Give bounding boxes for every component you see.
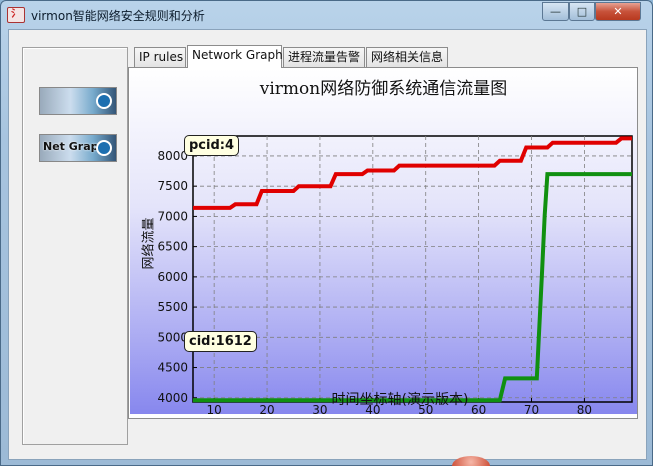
tab-network-graph[interactable]: Network Graph (187, 45, 283, 68)
traffic-chart: 10 20 30 40 50 60 70 80 4000 4500 5000 5500 6000 6500… (130, 69, 637, 414)
y-tick-label: 6500 (157, 240, 188, 254)
y-tick-label: 6000 (157, 270, 188, 284)
client-area: Net Graph IP rules Network Graph 进程流量告警 … (8, 29, 647, 460)
series-line-green (193, 172, 632, 403)
maximize-button[interactable]: □ (569, 2, 595, 21)
title-bar[interactable]: 氵 virmon智能网络安全规则和分析 — □ ✕ (1, 1, 652, 29)
y-tick-label: 7500 (157, 179, 188, 193)
app-window: 氵 virmon智能网络安全规则和分析 — □ ✕ Net Graph IP r… (0, 0, 653, 466)
y-tick-label: 7000 (157, 209, 188, 223)
app-icon[interactable]: 氵 (7, 7, 25, 23)
chart-canvas: 10 20 30 40 50 60 70 80400045005000550060006500… (157, 135, 633, 414)
window-title: virmon智能网络安全规则和分析 (31, 9, 205, 23)
x-tick-label: 10 (207, 403, 222, 414)
y-axis-label: 网络流量 (141, 217, 157, 270)
y-tick-label: 4500 (157, 361, 188, 375)
tab-process-traffic-alert[interactable]: 进程流量告警 (283, 47, 365, 67)
y-tick-label: 4000 (157, 391, 188, 405)
x-axis-label: 时间坐标轴(演示版本) (331, 392, 469, 408)
sidebar-panel: Net Graph (22, 47, 128, 445)
tab-ip-rules[interactable]: IP rules (134, 47, 186, 67)
chart-title: virmon网络防御系统通信流量图 (259, 79, 508, 99)
x-tick-label: 80 (577, 403, 592, 414)
network-logo-icon (96, 93, 112, 109)
close-button[interactable]: ✕ (595, 2, 641, 21)
series-annotation: pcid:4 (184, 135, 240, 156)
tab-network-info[interactable]: 网络相关信息 (366, 47, 448, 67)
y-tick-label: 5500 (157, 300, 188, 314)
sidebar-item-network[interactable] (39, 87, 117, 115)
series-annotation: cid:1612 (184, 331, 257, 352)
minimize-button[interactable]: — (542, 2, 569, 21)
sidebar-item-net-graph[interactable]: Net Graph (39, 134, 117, 162)
graph-logo-icon (96, 140, 112, 156)
